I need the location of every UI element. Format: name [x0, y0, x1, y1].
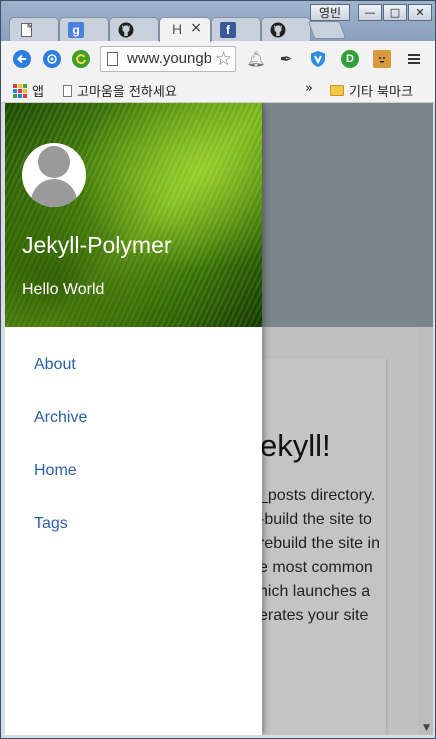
- maximize-button[interactable]: □: [383, 4, 407, 21]
- profile-badge[interactable]: 영빈: [310, 4, 350, 21]
- scroll-down-arrow-icon[interactable]: ▼: [423, 723, 430, 733]
- nav-item-about[interactable]: About: [34, 356, 76, 374]
- page-icon: [63, 84, 72, 97]
- tab-facebook[interactable]: f: [211, 17, 261, 41]
- page-info-icon[interactable]: [107, 52, 118, 66]
- bookmark-star-icon[interactable]: ☆: [215, 48, 232, 70]
- nav-drawer: Jekyll-Polymer Hello World About Archive…: [5, 103, 262, 735]
- menu-icon[interactable]: [405, 50, 423, 68]
- site-subtitle: Hello World: [22, 281, 105, 298]
- bookmarks-overflow-chevron-icon[interactable]: »: [305, 81, 313, 96]
- page-viewport: ekyll! _posts directory. -build the site…: [5, 103, 433, 735]
- bell-icon[interactable]: 🔔︎: [246, 50, 265, 68]
- extension-swirl-icon[interactable]: [43, 50, 61, 68]
- back-arrow-icon[interactable]: [13, 50, 31, 68]
- tab-close-icon[interactable]: ×: [190, 20, 202, 36]
- tab-blank[interactable]: [9, 17, 59, 41]
- bookmark-item[interactable]: 고마움을 전하세요: [63, 81, 177, 100]
- post-body: _posts directory. -build the site to reb…: [259, 484, 429, 628]
- tab-title: H: [172, 21, 183, 37]
- google-icon: g: [68, 22, 84, 38]
- url-text[interactable]: www.youngbinkim.github.io: [127, 50, 211, 67]
- folder-icon: [330, 85, 344, 96]
- github-icon: [270, 22, 286, 38]
- avatar-head: [38, 146, 70, 178]
- post-line: hich launches a: [259, 583, 371, 600]
- extension-box-icon[interactable]: [373, 50, 391, 68]
- tab-google[interactable]: g: [59, 17, 109, 41]
- address-bar[interactable]: www.youngbinkim.github.io ☆: [100, 46, 236, 72]
- bookmark-apps[interactable]: 앱: [13, 81, 44, 100]
- nav-item-archive[interactable]: Archive: [34, 409, 87, 427]
- nav-item-home[interactable]: Home: [34, 462, 77, 480]
- post-line: -build the site to: [259, 511, 372, 528]
- bookmarks-bar: 앱 고마움을 전하세요 » 기타 북마크: [1, 77, 435, 103]
- post-line: _posts directory.: [259, 487, 376, 504]
- bookmark-folder-label: 기타 북마크: [349, 85, 413, 100]
- post-line: rebuild the site in: [259, 535, 380, 552]
- bookmark-apps-label: 앱: [32, 85, 44, 100]
- github-icon: [118, 22, 134, 38]
- pen-icon[interactable]: ✒︎: [277, 50, 295, 68]
- extension-d-icon[interactable]: D: [341, 50, 359, 68]
- nav-item-tags[interactable]: Tags: [34, 515, 68, 533]
- apps-grid-icon: [13, 83, 27, 98]
- minimize-button[interactable]: —: [358, 4, 382, 21]
- bookmark-item-label: 고마움을 전하세요: [77, 85, 177, 100]
- facebook-icon: f: [220, 22, 236, 38]
- shield-icon[interactable]: [309, 50, 327, 68]
- tab-github-2[interactable]: [261, 17, 311, 41]
- avatar-body: [31, 179, 77, 207]
- new-tab-button[interactable]: [307, 21, 347, 39]
- reload-icon[interactable]: [72, 50, 90, 68]
- site-title: Jekyll-Polymer: [22, 232, 172, 258]
- close-window-button[interactable]: ✕: [408, 4, 432, 21]
- avatar: [22, 143, 86, 207]
- page-scrollbar[interactable]: ▼: [418, 327, 433, 735]
- browser-window: g H × f 영빈 — □ ✕ www.young ☆ 🔔︎ ✒︎ D 앱 고…: [0, 0, 436, 739]
- post-heading: ekyll!: [260, 428, 331, 463]
- blank-doc-icon: [18, 22, 34, 38]
- tab-github-1[interactable]: [109, 17, 159, 41]
- browser-toolbar: www.youngbinkim.github.io ☆ 🔔︎ ✒︎ D: [1, 41, 435, 77]
- tab-active[interactable]: H ×: [159, 17, 211, 42]
- bookmark-folder-other[interactable]: 기타 북마크: [330, 81, 413, 100]
- title-bar: g H × f 영빈 — □ ✕: [1, 1, 435, 42]
- post-line: erates your site: [259, 607, 369, 624]
- post-line: e most common: [259, 559, 373, 576]
- drawer-header: Jekyll-Polymer Hello World: [5, 103, 262, 327]
